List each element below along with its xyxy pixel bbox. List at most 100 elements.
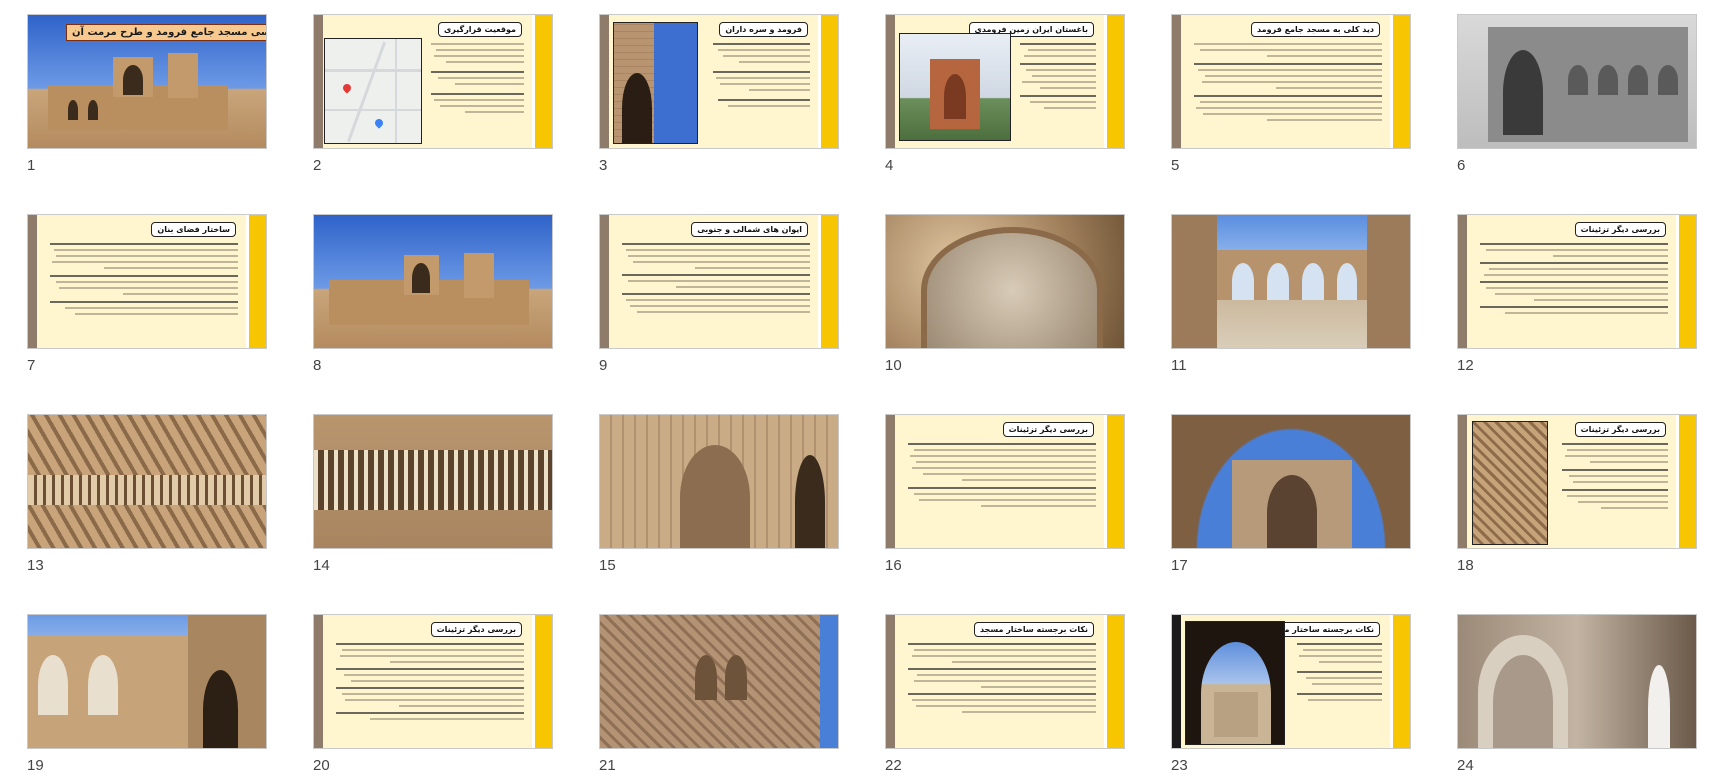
- slide-thumbnail-7[interactable]: ساختار فضای بنان 7: [27, 214, 267, 375]
- slide-preview: بررسی دیگر تزئینات: [1457, 414, 1697, 549]
- slide-number: 21: [599, 757, 616, 774]
- slide-title: موقعیت قرارگیری: [437, 22, 522, 37]
- slide-number: 18: [1457, 557, 1474, 574]
- slide-preview: [599, 614, 839, 749]
- arch-photo: [613, 22, 698, 144]
- slide-preview: [1457, 14, 1697, 149]
- slide-preview: [1457, 614, 1697, 749]
- slide-number: 13: [27, 557, 44, 574]
- slide-number: 7: [27, 357, 36, 374]
- slide-number: 10: [885, 357, 902, 374]
- slide-preview: [27, 414, 267, 549]
- slide-preview: بررسی مسجد جامع فرومد و طرح مرمت آن: [27, 14, 267, 149]
- slide-number: 3: [599, 157, 608, 174]
- brick-niche-photo: [600, 415, 838, 548]
- slide-thumbnail-17[interactable]: 17: [1171, 414, 1411, 575]
- stucco-detail-photo: [28, 415, 266, 548]
- slide-title: بررسی دیگر تزئینات: [1574, 422, 1666, 437]
- slide-preview: [1171, 414, 1411, 549]
- slide-preview: باغستان ایران زمین فرومدی: [885, 14, 1125, 149]
- courtyard-photo: [1172, 215, 1410, 348]
- slide-thumbnail-18[interactable]: بررسی دیگر تزئینات 18: [1457, 414, 1697, 575]
- slide-thumbnail-23[interactable]: نکات برجسته ساختار مسجد 23: [1171, 614, 1411, 775]
- slide-title: نکات برجسته ساختار مسجد: [973, 622, 1094, 637]
- iwan-arch-photo: [1172, 415, 1410, 548]
- map-image: [324, 38, 422, 144]
- slide-thumbnail-11[interactable]: 11: [1171, 214, 1411, 375]
- slide-preview: ساختار فضای بنان: [27, 214, 267, 349]
- slide-thumbnail-13[interactable]: 13: [27, 414, 267, 575]
- slide-preview: دید کلی به مسجد جامع فرومد: [1171, 14, 1411, 149]
- slide-preview: [313, 214, 553, 349]
- slide-thumbnail-5[interactable]: دید کلی به مسجد جامع فرومد 5: [1171, 14, 1411, 175]
- slide-title: دید کلی به مسجد جامع فرومد: [1251, 22, 1380, 37]
- slide-title: ساختار فضای بنان: [151, 222, 236, 237]
- iwan-photo: [1185, 621, 1285, 745]
- slide-number: 1: [27, 157, 36, 174]
- slide-preview: نکات برجسته ساختار مسجد: [885, 614, 1125, 749]
- slide-title: بررسی دیگر تزئینات: [1574, 222, 1666, 237]
- slide-preview: [885, 214, 1125, 349]
- inscription-photo: [314, 415, 552, 548]
- slide-thumbnail-12[interactable]: بررسی دیگر تزئینات 12: [1457, 214, 1697, 375]
- stucco-mihrab-photo: [886, 215, 1124, 348]
- slide-number: 8: [313, 357, 322, 374]
- slide-thumbnail-22[interactable]: نکات برجسته ساختار مسجد 22: [885, 614, 1125, 775]
- slide-thumbnail-3[interactable]: فرومد و سره داران 3: [599, 14, 839, 175]
- slide-number: 23: [1171, 757, 1188, 774]
- slide-thumbnail-21[interactable]: 21: [599, 614, 839, 775]
- slide-preview: موقعیت قرارگیری: [313, 14, 553, 149]
- slide-preview: ایوان های شمالی و جنوبی: [599, 214, 839, 349]
- location-pin-icon: [341, 82, 353, 94]
- interior-vault-photo: [1458, 615, 1696, 748]
- slide-thumbnail-19[interactable]: 19: [27, 614, 267, 775]
- slide-number: 6: [1457, 157, 1466, 174]
- slide-number: 11: [1171, 357, 1187, 374]
- slide-preview: بررسی دیگر تزئینات: [313, 614, 553, 749]
- slide-thumbnail-24[interactable]: 24: [1457, 614, 1697, 775]
- slide-preview: بررسی دیگر تزئینات: [1457, 214, 1697, 349]
- slide-number: 12: [1457, 357, 1474, 374]
- ornament-panel-photo: [1472, 421, 1548, 545]
- mosque-facade-photo: [1458, 15, 1696, 148]
- slide-number: 20: [313, 757, 330, 774]
- slide-number: 24: [1457, 757, 1474, 774]
- slide-thumbnail-14[interactable]: 14: [313, 414, 553, 575]
- slide-title: ایوان های شمالی و جنوبی: [691, 222, 808, 237]
- mosque-photo: [314, 215, 552, 348]
- slide-thumbnail-8[interactable]: 8: [313, 214, 553, 375]
- slide-preview: [599, 414, 839, 549]
- slide-number: 17: [1171, 557, 1188, 574]
- slide-preview: بررسی دیگر تزئینات: [885, 414, 1125, 549]
- slide-thumbnail-1[interactable]: بررسی مسجد جامع فرومد و طرح مرمت آن 1: [27, 14, 267, 175]
- slide-thumbnail-16[interactable]: بررسی دیگر تزئینات 16: [885, 414, 1125, 575]
- slide-number: 15: [599, 557, 616, 574]
- slide-preview: [313, 414, 553, 549]
- slide-number: 22: [885, 757, 902, 774]
- slide-number: 16: [885, 557, 902, 574]
- arcade-photo: [28, 615, 266, 748]
- slide-preview: [27, 614, 267, 749]
- slide-thumbnail-4[interactable]: باغستان ایران زمین فرومدی 4: [885, 14, 1125, 175]
- slide-preview: نکات برجسته ساختار مسجد: [1171, 614, 1411, 749]
- stucco-facade-photo: [600, 615, 838, 748]
- slide-number: 19: [27, 757, 44, 774]
- slide-preview: فرومد و سره داران: [599, 14, 839, 149]
- slide-thumbnail-2[interactable]: موقعیت قرارگیری 2: [313, 14, 553, 175]
- slide-title: بررسی مسجد جامع فرومد و طرح مرمت آن: [66, 24, 266, 41]
- slide-title: فرومد و سره داران: [719, 22, 808, 37]
- slide-preview: [1171, 214, 1411, 349]
- slide-title: بررسی دیگر تزئینات: [430, 622, 522, 637]
- slide-title: بررسی دیگر تزئینات: [1002, 422, 1094, 437]
- slide-thumbnail-15[interactable]: 15: [599, 414, 839, 575]
- slide-number: 14: [313, 557, 330, 574]
- slide-number: 2: [313, 157, 322, 174]
- slide-thumbnail-10[interactable]: 10: [885, 214, 1125, 375]
- slide-number: 4: [885, 157, 894, 174]
- slide-number: 9: [599, 357, 608, 374]
- tomb-photo: [899, 33, 1011, 141]
- slide-number: 5: [1171, 157, 1180, 174]
- slide-thumbnail-6[interactable]: 6: [1457, 14, 1697, 175]
- slide-thumbnail-20[interactable]: بررسی دیگر تزئینات 20: [313, 614, 553, 775]
- slide-thumbnail-9[interactable]: ایوان های شمالی و جنوبی 9: [599, 214, 839, 375]
